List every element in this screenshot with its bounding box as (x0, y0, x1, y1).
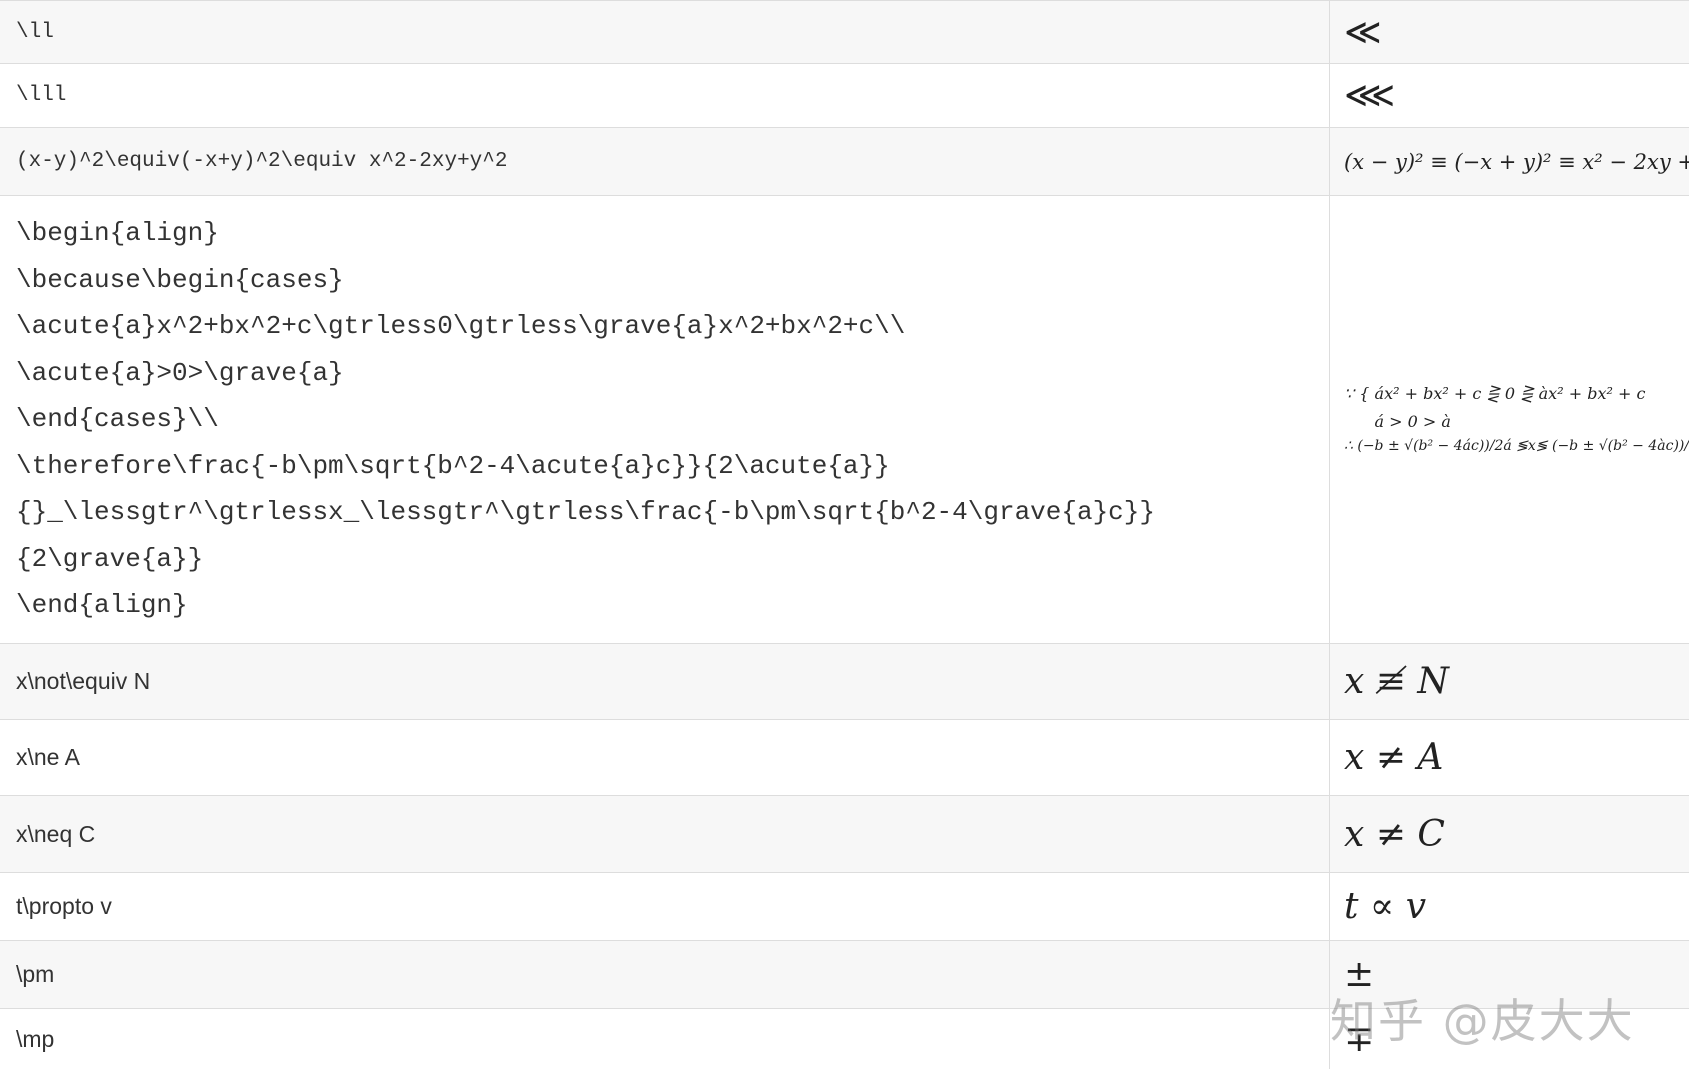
latex-code-cell: \mp (0, 1009, 1330, 1069)
table-row: \lll ⋘ (0, 64, 1689, 128)
rendered-line: ∵ { áx² + bx² + c ⋛ 0 ⋛ àx² + bx² + c (1344, 384, 1646, 404)
rendered-symbol-cell: ≪ (1344, 11, 1382, 53)
latex-code-cell: \ll (0, 1, 1330, 63)
code-line: \end{align} (16, 590, 188, 621)
code-line: \acute{a}>0>\grave{a} (16, 357, 344, 388)
rendered-formula-block: ∵ { áx² + bx² + c ⋛ 0 ⋛ àx² + bx² + c á … (1330, 196, 1689, 643)
rendered-formula-cell: x ≠ A (1344, 737, 1444, 778)
rendered-symbol-cell: ⋘ (1344, 75, 1396, 116)
latex-symbol-table: \ll ≪ \lll ⋘ (x-y)^2\equiv(-x+y)^2\equiv… (0, 0, 1689, 1069)
table-row: \pm ± (0, 941, 1689, 1009)
table-row: \begin{align} \because\begin{cases} \acu… (0, 196, 1689, 644)
code-line: \because\begin{cases} (16, 264, 344, 295)
latex-code-cell: \lll (0, 64, 1330, 127)
code-line: \acute{a}x^2+bx^2+c\gtrless0\gtrless\gra… (16, 311, 906, 342)
rendered-formula-cell: (x − y)² ≡ (−x + y)² ≡ x² − 2xy + y² (1344, 149, 1689, 174)
table-row: \mp ∓ (0, 1009, 1689, 1069)
latex-code-cell: x\neq C (0, 796, 1330, 872)
latex-code-cell: \pm (0, 941, 1330, 1008)
table-row: x\ne A x ≠ A (0, 720, 1689, 796)
rendered-symbol-cell: ± (1344, 954, 1375, 995)
table-row: x\neq C x ≠ C (0, 796, 1689, 873)
latex-code-cell: x\ne A (0, 720, 1330, 795)
rendered-formula-cell: t ∝ v (1344, 886, 1427, 927)
table-row: (x-y)^2\equiv(-x+y)^2\equiv x^2-2xy+y^2 … (0, 128, 1689, 196)
rendered-symbol-cell: ∓ (1344, 1018, 1375, 1060)
table-row: x\not\equiv N x ≢ N (0, 644, 1689, 720)
table-row: \ll ≪ (0, 1, 1689, 64)
code-line: {2\grave{a}} (16, 543, 204, 574)
latex-code-block: \begin{align} \because\begin{cases} \acu… (0, 196, 1330, 643)
latex-code-cell: t\propto v (0, 873, 1330, 940)
code-line: \end{cases}\\ (16, 404, 219, 435)
latex-code-cell: (x-y)^2\equiv(-x+y)^2\equiv x^2-2xy+y^2 (0, 128, 1330, 195)
rendered-line: á > 0 > à (1344, 411, 1451, 431)
table-row: t\propto v t ∝ v (0, 873, 1689, 941)
rendered-formula-cell: x ≢ N (1344, 661, 1449, 702)
code-line: \therefore\frac{-b\pm\sqrt{b^2-4\acute{a… (16, 450, 890, 481)
rendered-formula-cell: x ≠ C (1344, 813, 1445, 855)
code-line: \begin{align} (16, 218, 219, 249)
latex-code-cell: x\not\equiv N (0, 644, 1330, 719)
rendered-line: ∴ (−b ± √(b² − 4ác))/2á ≶x≶ (−b ± √(b² −… (1344, 437, 1689, 454)
code-line: {}_\lessgtr^\gtrlessx_\lessgtr^\gtrless\… (16, 497, 1155, 528)
